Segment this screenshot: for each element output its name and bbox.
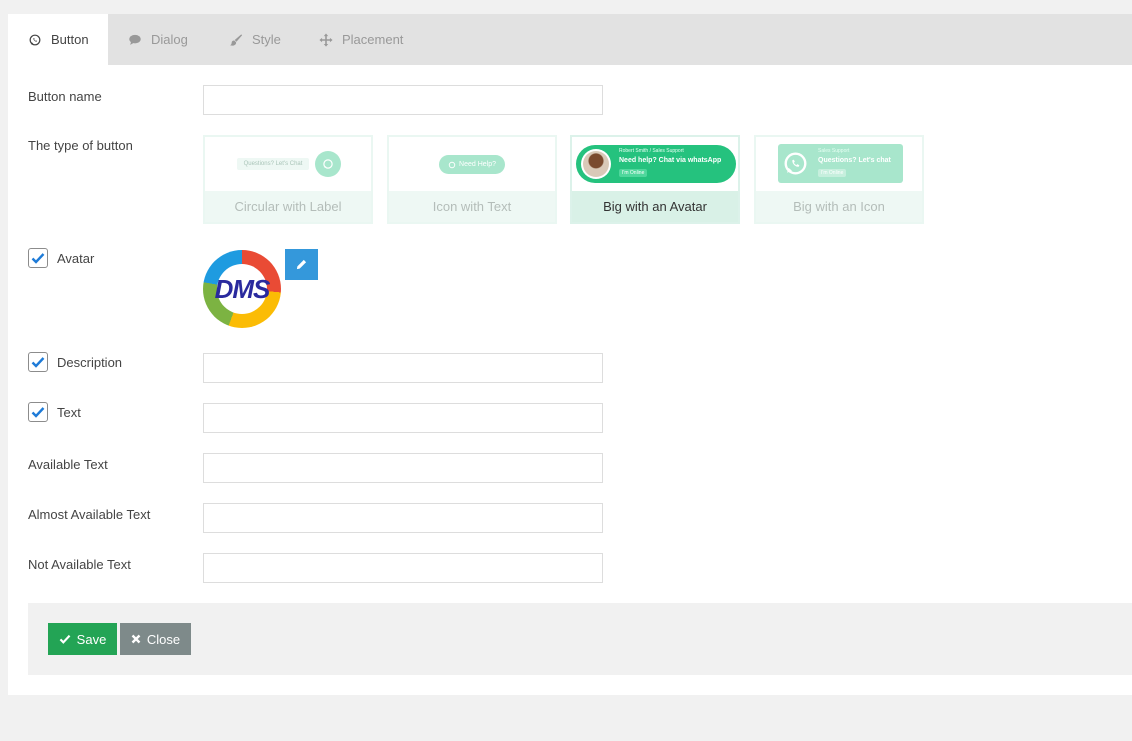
preview-pill-text: Need Help? xyxy=(459,161,496,168)
preview-agent-name: Robert Smith / Sales Support xyxy=(619,148,684,154)
available-text-label: Available Text xyxy=(28,457,108,472)
brush-icon xyxy=(230,33,243,46)
avatar-image: DMS xyxy=(203,250,281,328)
tab-dialog[interactable]: Dialog xyxy=(128,14,188,65)
whatsapp-icon xyxy=(448,161,456,168)
description-label: Description xyxy=(57,354,123,370)
close-button[interactable]: Close xyxy=(120,623,191,655)
preview-circle-button xyxy=(315,151,341,177)
text-input[interactable] xyxy=(203,403,603,433)
preview-agent-title: Need help? Chat via whatsApp xyxy=(619,157,722,164)
big-avatar-preview: Robert Smith / Sales Support Need help? … xyxy=(572,137,738,191)
chat-bubble-icon xyxy=(129,34,141,45)
almost-available-text-label: Almost Available Text xyxy=(28,507,151,522)
text-checkbox-row: Text xyxy=(28,402,81,422)
pencil-icon xyxy=(296,259,307,270)
tab-style-label: Style xyxy=(252,32,281,47)
tab-placement[interactable]: Placement xyxy=(319,14,403,65)
tab-style[interactable]: Style xyxy=(229,14,281,65)
preview-big-avatar-button: Robert Smith / Sales Support Need help? … xyxy=(576,145,736,183)
not-available-text-input[interactable] xyxy=(203,553,603,583)
button-type-big-icon[interactable]: Sales Support Questions? Let's chat I'm … xyxy=(754,135,924,224)
whatsapp-icon xyxy=(323,159,333,169)
text-label: Text xyxy=(57,404,81,420)
close-icon xyxy=(131,634,141,644)
icon-text-preview: Need Help? xyxy=(389,137,555,191)
not-available-text-label: Not Available Text xyxy=(28,557,131,572)
button-name-label: Button name xyxy=(28,89,102,104)
tab-button[interactable]: Button xyxy=(8,14,108,65)
tab-dialog-label: Dialog xyxy=(151,32,188,47)
almost-available-text-input[interactable] xyxy=(203,503,603,533)
whatsapp-icon xyxy=(29,34,41,45)
preview-label-pill: Questions? Let's Chat xyxy=(237,158,309,170)
button-type-big-avatar[interactable]: Robert Smith / Sales Support Need help? … xyxy=(570,135,740,224)
whatsapp-icon xyxy=(784,152,807,175)
big-icon-preview: Sales Support Questions? Let's chat I'm … xyxy=(756,137,922,191)
checkmark-icon xyxy=(31,407,45,418)
preview-online-badge: I'm Online xyxy=(818,169,847,177)
close-button-label: Close xyxy=(146,631,181,647)
avatar-checkbox[interactable] xyxy=(28,248,48,268)
tab-button-label: Button xyxy=(51,32,89,47)
checkmark-icon xyxy=(31,253,45,264)
button-type-caption: Big with an Icon xyxy=(756,191,922,222)
checkmark-icon xyxy=(59,634,71,644)
description-checkbox[interactable] xyxy=(28,352,48,372)
tab-placement-label: Placement xyxy=(342,32,404,47)
button-type-label: The type of button xyxy=(28,138,133,153)
save-button-label: Save xyxy=(76,631,107,647)
checkmark-icon xyxy=(31,357,45,368)
edit-avatar-button[interactable] xyxy=(285,249,318,280)
preview-agent-title: Questions? Let's chat xyxy=(818,157,891,164)
avatar-checkbox-row: Avatar xyxy=(28,248,94,268)
tab-bar: Button Dialog Style Placement xyxy=(8,14,1132,65)
preview-pill-button: Need Help? xyxy=(439,155,505,174)
avatar-logo-text: DMS xyxy=(214,274,271,304)
button-type-caption: Icon with Text xyxy=(389,191,555,222)
preview-big-icon-button: Sales Support Questions? Let's chat I'm … xyxy=(778,144,903,183)
avatar-label: Avatar xyxy=(57,250,95,266)
description-checkbox-row: Description xyxy=(28,352,122,372)
save-button[interactable]: Save xyxy=(48,623,117,655)
button-name-input[interactable] xyxy=(203,85,603,115)
button-type-caption: Big with an Avatar xyxy=(572,191,738,222)
circular-label-preview: Questions? Let's Chat xyxy=(205,137,371,191)
preview-agent-name: Sales Support xyxy=(818,148,850,154)
button-type-icon-text[interactable]: Need Help? Icon with Text xyxy=(387,135,557,224)
button-type-caption: Circular with Label xyxy=(205,191,371,222)
description-input[interactable] xyxy=(203,353,603,383)
available-text-input[interactable] xyxy=(203,453,603,483)
preview-online-badge: I'm Online xyxy=(619,169,648,177)
settings-panel: Button Dialog Style Placement Button nam… xyxy=(8,14,1132,695)
preview-avatar-photo xyxy=(581,149,611,179)
text-checkbox[interactable] xyxy=(28,402,48,422)
form-footer xyxy=(28,603,1132,675)
move-arrows-icon xyxy=(319,32,333,47)
button-type-circular-label[interactable]: Questions? Let's Chat Circular with Labe… xyxy=(203,135,373,224)
